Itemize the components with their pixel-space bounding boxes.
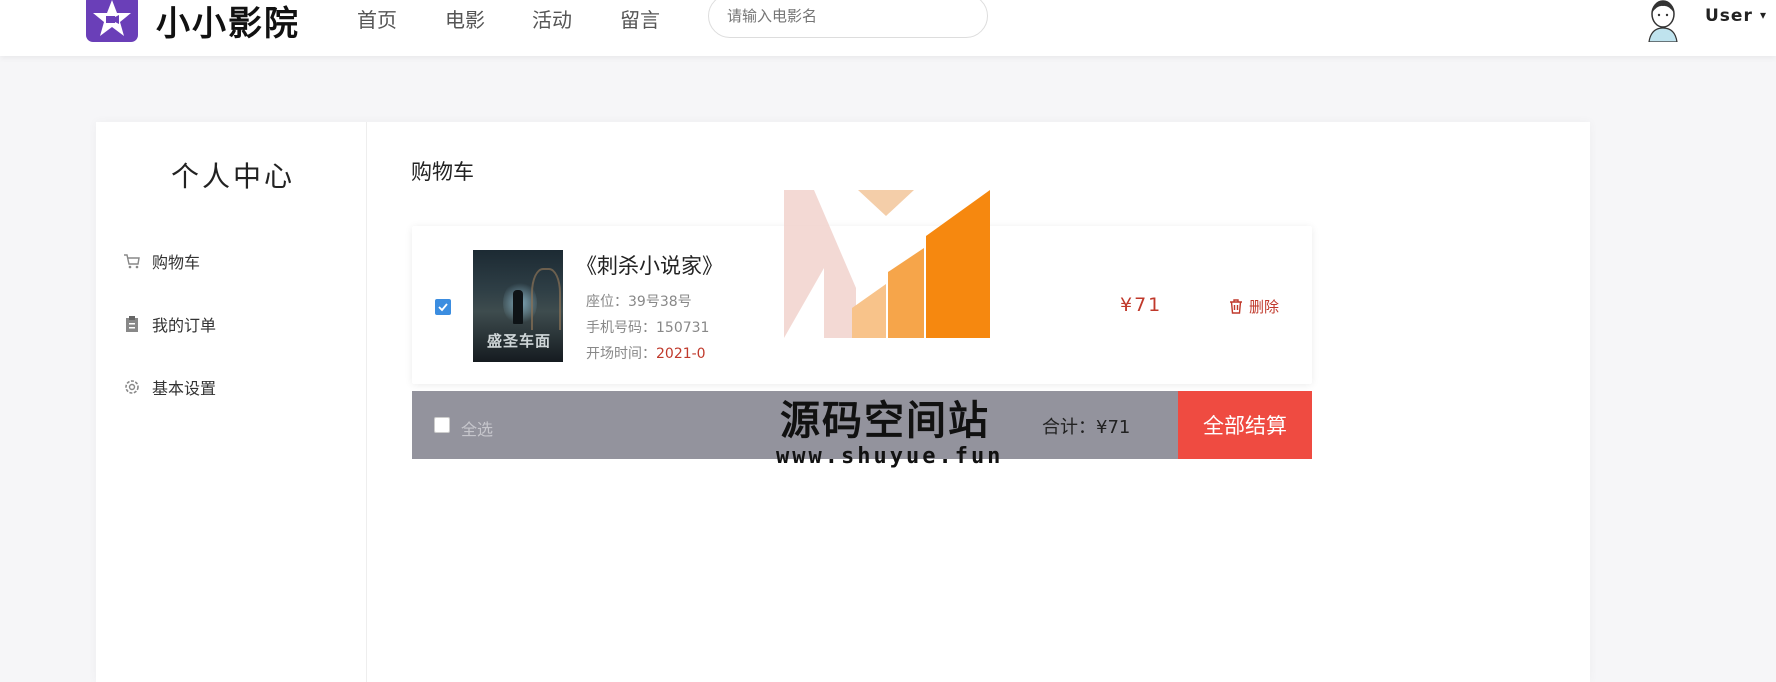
- nav-messages[interactable]: 留言: [620, 4, 660, 33]
- page-title: 购物车: [411, 160, 474, 184]
- sidebar-item-orders[interactable]: 我的订单: [122, 312, 216, 336]
- trash-icon: [1230, 299, 1242, 314]
- showtime-label: 开场时间：: [586, 346, 656, 362]
- watermark-url: www.shuyue.fun: [776, 444, 1004, 469]
- site-name[interactable]: 小小影院: [156, 0, 300, 45]
- user-name[interactable]: User: [1705, 6, 1753, 26]
- gear-icon: [122, 377, 142, 397]
- movie-title[interactable]: 《刺杀小说家》: [576, 250, 723, 280]
- sidebar-item-settings[interactable]: 基本设置: [122, 375, 216, 399]
- clipboard-icon: [122, 314, 142, 334]
- delete-label: 删除: [1249, 298, 1280, 316]
- checkout-all-button[interactable]: 全部结算: [1178, 391, 1312, 459]
- check-icon: [438, 303, 448, 312]
- site-logo[interactable]: [86, 0, 138, 42]
- sidebar-item-cart[interactable]: 购物车: [122, 249, 200, 273]
- seat-info: 座位：39号38号: [586, 294, 692, 310]
- item-checkbox[interactable]: [435, 299, 451, 315]
- watermark-text: 源码空间站: [780, 398, 990, 444]
- movie-poster[interactable]: 盛圣车面: [473, 250, 563, 362]
- sidebar-item-label: 我的订单: [152, 316, 217, 335]
- sidebar-item-label: 购物车: [152, 253, 201, 272]
- sidebar-divider: [366, 122, 367, 682]
- cart-icon: [122, 251, 142, 271]
- showtime-info: 开场时间：2021-0: [586, 343, 706, 363]
- top-header: 小小影院 首页 电影 活动 留言 User ▾: [0, 0, 1776, 56]
- phone-info: 手机号码：150731: [586, 320, 710, 336]
- nav-home[interactable]: 首页: [357, 4, 397, 33]
- select-all-checkbox[interactable]: [434, 417, 450, 433]
- sidebar-item-label: 基本设置: [152, 379, 217, 398]
- cart-total: 合计：¥71: [1042, 417, 1131, 438]
- showtime-value: 2021-0: [656, 346, 706, 362]
- item-price: ¥71: [1120, 294, 1163, 316]
- select-all-label[interactable]: 全选: [461, 416, 493, 440]
- chevron-down-icon[interactable]: ▾: [1760, 8, 1766, 22]
- delete-button[interactable]: 删除: [1229, 296, 1279, 317]
- star-camera-icon: [93, 0, 131, 36]
- nav-activities[interactable]: 活动: [532, 4, 572, 33]
- poster-title: 盛圣车面: [486, 332, 551, 350]
- nav-movies[interactable]: 电影: [445, 4, 485, 33]
- watermark-logo: [784, 190, 990, 338]
- user-avatar[interactable]: [1643, 0, 1683, 42]
- search-input[interactable]: [708, 0, 988, 38]
- sidebar-title: 个人中心: [171, 160, 296, 193]
